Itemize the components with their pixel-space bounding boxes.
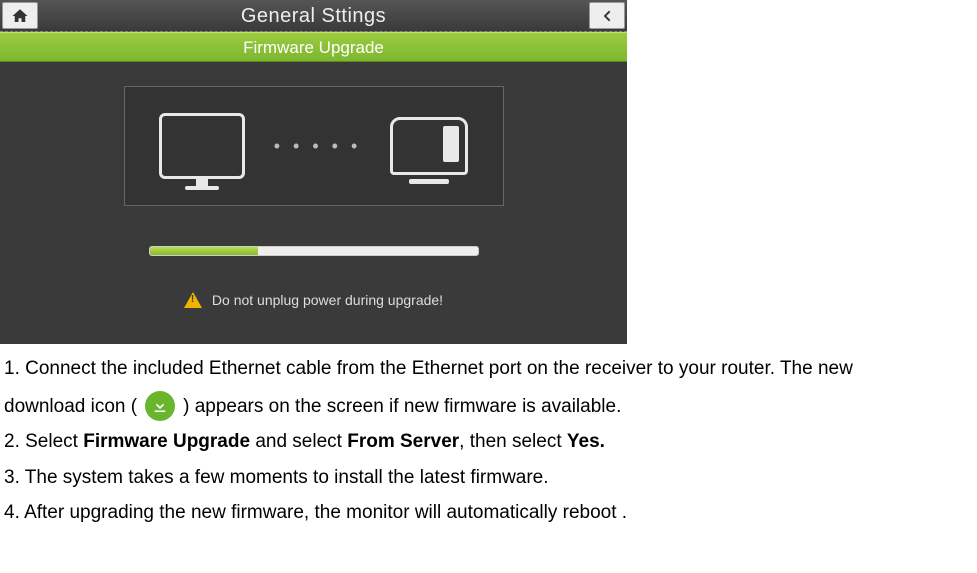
- warning-row: Do not unplug power during upgrade!: [184, 292, 443, 308]
- warning-text: Do not unplug power during upgrade!: [212, 292, 443, 308]
- screen-title: General Sttings: [40, 0, 587, 31]
- back-button[interactable]: [589, 2, 625, 29]
- step-1b: download icon ( ) appears on the screen …: [4, 391, 973, 421]
- home-icon: [11, 7, 29, 25]
- monitor-icon: [159, 113, 245, 179]
- topbar: General Sttings: [0, 0, 627, 32]
- progress-fill: [150, 247, 258, 255]
- instructions: 1. Connect the included Ethernet cable f…: [0, 344, 977, 528]
- home-button[interactable]: [2, 2, 38, 29]
- screenshot-content: • • • • • Do not unplug power during upg…: [0, 62, 627, 344]
- warning-icon: [184, 292, 202, 308]
- step-2: 2. Select Firmware Upgrade and select Fr…: [4, 427, 973, 456]
- ellipsis-icon: • • • • •: [274, 136, 362, 157]
- step-1a: 1. Connect the included Ethernet cable f…: [4, 354, 973, 383]
- step-3: 3. The system takes a few moments to ins…: [4, 463, 973, 492]
- device-illustration: • • • • •: [124, 86, 504, 206]
- download-icon: [145, 391, 175, 421]
- subtitle-bar: Firmware Upgrade: [0, 32, 627, 62]
- step-4: 4. After upgrading the new firmware, the…: [4, 498, 973, 527]
- camera-icon: [390, 117, 468, 175]
- progress-bar: [149, 246, 479, 256]
- firmware-upgrade-screenshot: General Sttings Firmware Upgrade • • • •…: [0, 0, 627, 344]
- chevron-left-icon: [599, 8, 615, 24]
